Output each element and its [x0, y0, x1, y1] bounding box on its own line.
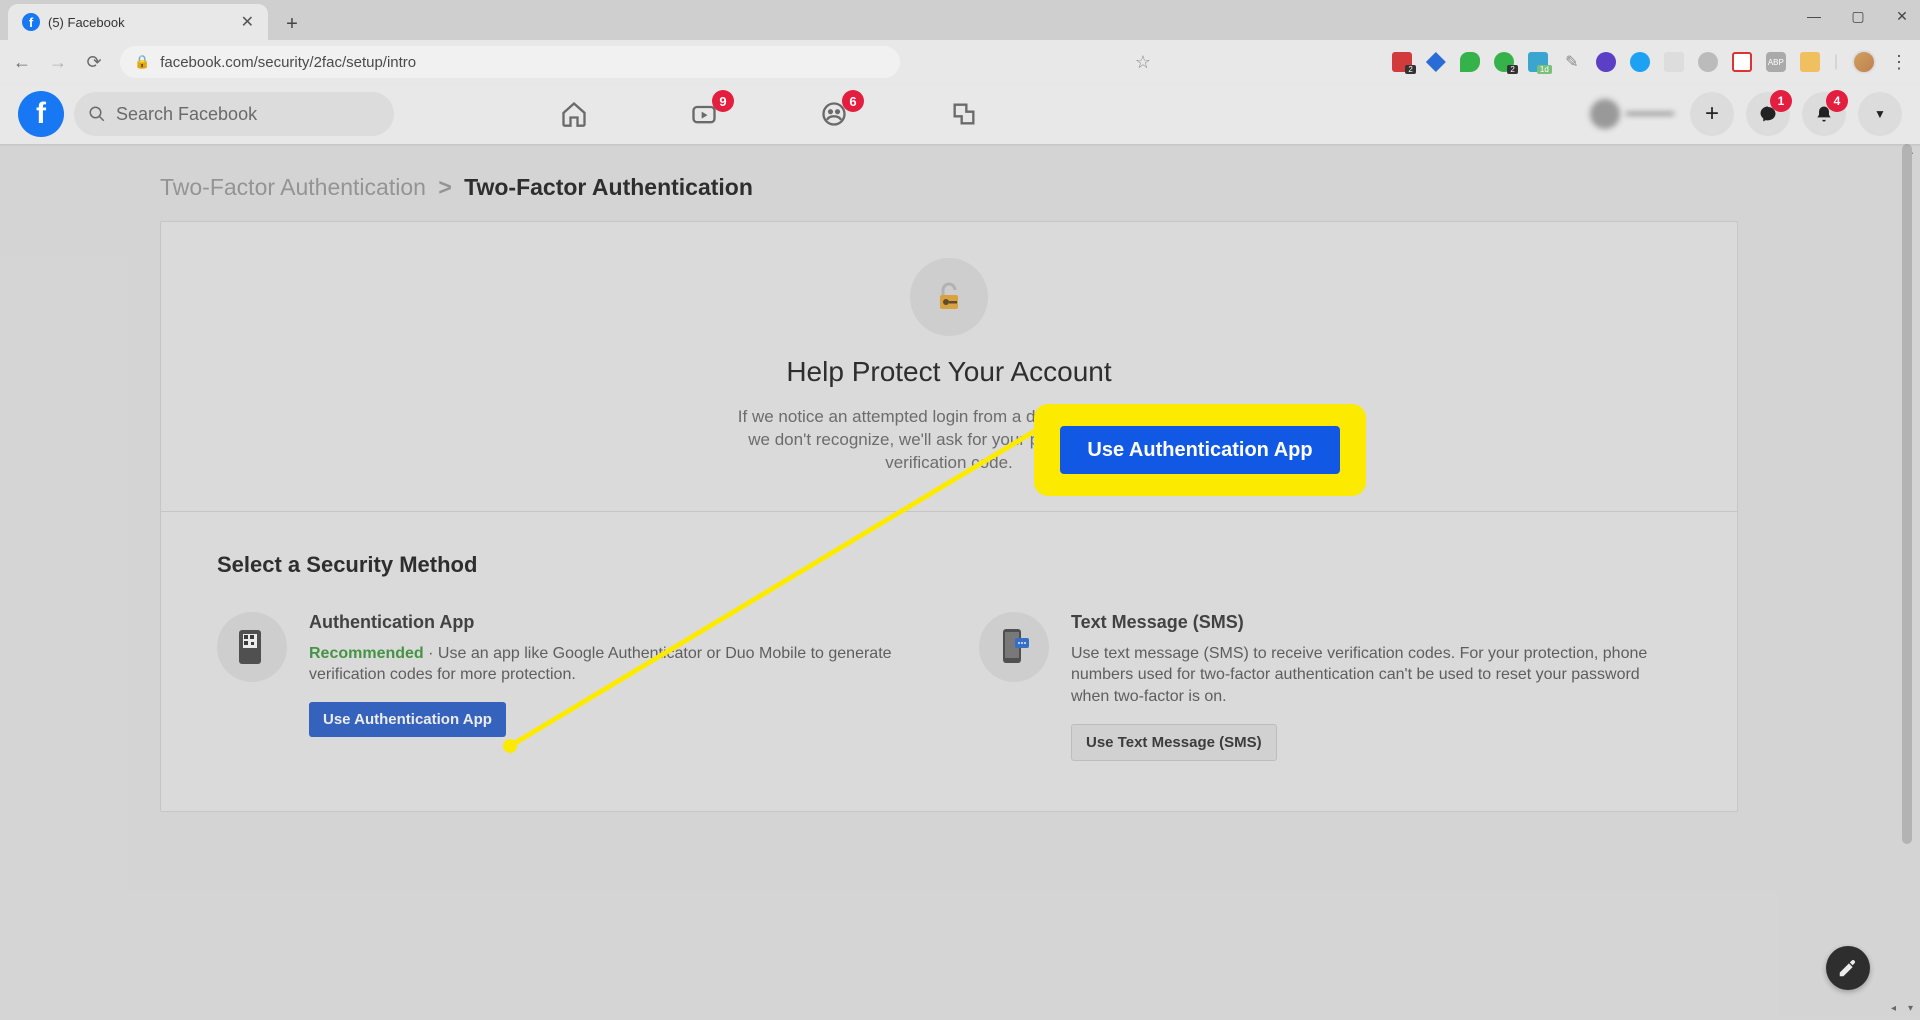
pencil-icon [1837, 957, 1859, 979]
nav-watch[interactable]: 9 [644, 88, 764, 140]
method-sms-title: Text Message (SMS) [1071, 612, 1681, 633]
search-placeholder: Search Facebook [116, 104, 257, 125]
method-authentication-app: Authentication App Recommended · Use an … [217, 612, 919, 761]
ext-abp-icon[interactable]: ABP [1766, 52, 1786, 72]
ext-clipboard-icon[interactable] [1800, 52, 1820, 72]
breadcrumb-current: Two-Factor Authentication [464, 174, 753, 200]
breadcrumb: Two-Factor Authentication > Two-Factor A… [0, 144, 1898, 221]
facebook-nav: 9 6 [514, 88, 1024, 140]
nav-home[interactable] [514, 88, 634, 140]
recommended-label: Recommended [309, 645, 424, 662]
ext-todoist-icon[interactable]: 1d [1528, 52, 1548, 72]
chevron-down-icon: ▼ [1874, 107, 1886, 121]
back-icon[interactable]: ← [12, 52, 32, 73]
use-authentication-app-button[interactable]: Use Authentication App [309, 702, 506, 737]
lock-circle [910, 258, 988, 336]
notifications-badge: 4 [1826, 90, 1848, 112]
viewport: f Search Facebook 9 6 ——— [0, 84, 1920, 1020]
page-content: Two-Factor Authentication > Two-Factor A… [0, 144, 1898, 1020]
notifications-button[interactable]: 4 [1802, 92, 1846, 136]
ext-dot-icon[interactable] [1698, 52, 1718, 72]
twofactor-panel: Help Protect Your Account If we notice a… [160, 221, 1738, 812]
url-text: facebook.com/security/2fac/setup/intro [160, 54, 416, 71]
panel-hero: Help Protect Your Account If we notice a… [161, 222, 1737, 512]
ext-evernote-icon[interactable] [1460, 52, 1480, 72]
messenger-button[interactable]: 1 [1746, 92, 1790, 136]
maximize-icon[interactable]: ▢ [1848, 8, 1868, 25]
forward-icon: → [48, 52, 68, 73]
use-text-message-button[interactable]: Use Text Message (SMS) [1071, 724, 1277, 761]
avatar-icon [1590, 99, 1620, 129]
new-message-fab[interactable] [1826, 946, 1870, 990]
window-controls: — ▢ ✕ [1804, 8, 1912, 25]
breadcrumb-separator: > [438, 174, 451, 200]
home-icon [560, 100, 588, 128]
profile-name: ——— [1626, 105, 1674, 123]
qr-phone-icon [217, 612, 287, 682]
browser-profile-avatar[interactable] [1852, 50, 1876, 74]
lock-icon: 🔒 [134, 54, 150, 70]
scrollbar-down-icon[interactable]: ▾ [1908, 1003, 1913, 1014]
tab-bar: f (5) Facebook ✕ + — ▢ ✕ [0, 0, 1920, 40]
reload-icon[interactable]: ⟳ [84, 52, 104, 73]
account-menu-button[interactable]: ▼ [1858, 92, 1902, 136]
method-sms-desc: Use text message (SMS) to receive verifi… [1071, 643, 1681, 708]
messenger-badge: 1 [1770, 90, 1792, 112]
profile-chip[interactable]: ——— [1586, 94, 1678, 134]
method-app-title: Authentication App [309, 612, 919, 633]
gaming-icon [950, 100, 978, 128]
url-bar: ← → ⟳ 🔒 facebook.com/security/2fac/setup… [0, 40, 1920, 84]
tab-title: (5) Facebook [48, 15, 233, 30]
method-sms: Text Message (SMS) Use text message (SMS… [979, 612, 1681, 761]
minimize-icon[interactable]: — [1804, 8, 1824, 25]
method-app-desc: Recommended · Use an app like Google Aut… [309, 643, 919, 686]
callout-highlight: Use Authentication App [1040, 410, 1360, 490]
ext-mcafee-icon[interactable] [1732, 52, 1752, 72]
ext-pen-icon[interactable]: ✎ [1562, 52, 1582, 72]
create-button[interactable]: + [1690, 92, 1734, 136]
watch-badge: 9 [712, 90, 734, 112]
plus-icon: + [1705, 100, 1719, 128]
extension-icons: 2 2 1d ✎ ABP | ⋮ [1392, 50, 1908, 74]
ext-loom-icon[interactable] [1596, 52, 1616, 72]
search-input[interactable]: Search Facebook [74, 92, 394, 136]
panel-methods: Select a Security Method Authentication … [161, 512, 1737, 811]
facebook-header: f Search Facebook 9 6 ——— [0, 84, 1920, 144]
lock-key-icon [929, 277, 969, 317]
ext-circle-icon[interactable] [1630, 52, 1650, 72]
facebook-logo-icon[interactable]: f [18, 91, 64, 137]
browser-menu-icon[interactable]: ⋮ [1890, 52, 1908, 73]
callout-button: Use Authentication App [1060, 426, 1340, 474]
breadcrumb-parent[interactable]: Two-Factor Authentication [160, 174, 426, 200]
facebook-header-right: ——— + 1 4 ▼ [1586, 92, 1902, 136]
hero-title: Help Protect Your Account [201, 356, 1697, 388]
sms-phone-icon [979, 612, 1049, 682]
search-icon [88, 105, 106, 123]
section-title: Select a Security Method [217, 552, 1681, 578]
bookmark-star-icon[interactable]: ☆ [1135, 52, 1151, 73]
ext-box-icon[interactable] [1664, 52, 1684, 72]
ext-yandex-icon[interactable] [1426, 52, 1446, 72]
nav-gaming[interactable] [904, 88, 1024, 140]
close-window-icon[interactable]: ✕ [1892, 8, 1912, 25]
facebook-favicon-icon: f [22, 13, 40, 31]
new-tab-button[interactable]: + [276, 8, 308, 40]
nav-groups[interactable]: 6 [774, 88, 894, 140]
browser-chrome: f (5) Facebook ✕ + — ▢ ✕ ← → ⟳ 🔒 faceboo… [0, 0, 1920, 84]
ext-grammarly-icon[interactable]: 2 [1494, 52, 1514, 72]
browser-tab[interactable]: f (5) Facebook ✕ [8, 4, 268, 40]
groups-badge: 6 [842, 90, 864, 112]
address-bar[interactable]: 🔒 facebook.com/security/2fac/setup/intro [120, 46, 900, 78]
ext-lastpass-icon[interactable]: 2 [1392, 52, 1412, 72]
close-icon[interactable]: ✕ [241, 12, 254, 32]
scrollbar-vertical[interactable] [1902, 144, 1912, 844]
